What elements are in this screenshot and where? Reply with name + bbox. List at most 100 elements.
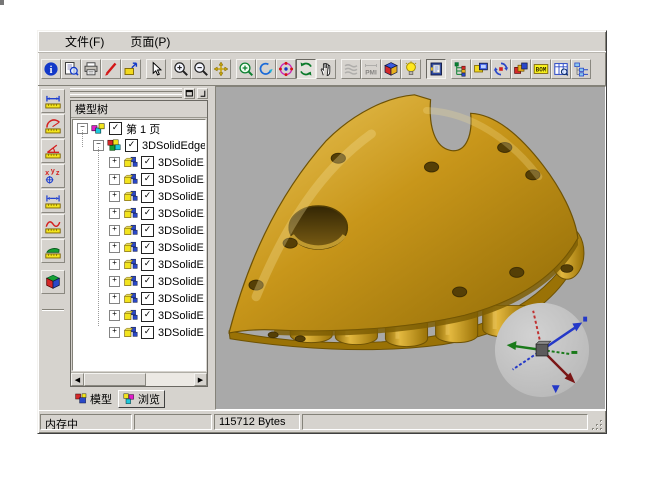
expand-box[interactable]: + xyxy=(109,242,120,253)
node-label[interactable]: 3DSolidE. xyxy=(158,208,206,220)
notebook-button[interactable] xyxy=(426,59,446,79)
node-label[interactable]: 3DSolidE. xyxy=(158,174,206,186)
tree-row: + ✓ 3DSolidE. xyxy=(73,188,205,205)
node-checkbox[interactable]: ✓ xyxy=(141,190,154,203)
bom-button[interactable] xyxy=(531,59,551,79)
parts-button[interactable] xyxy=(511,59,531,79)
pan-hand-button[interactable] xyxy=(316,59,336,79)
part-node-icon xyxy=(123,156,139,169)
tree-hscrollbar: ◀ ▶ xyxy=(71,372,207,386)
zoom-out-button[interactable] xyxy=(191,59,211,79)
node-label[interactable]: 3DSolidE. xyxy=(158,327,206,339)
expand-box[interactable]: + xyxy=(109,293,120,304)
expand-box[interactable]: + xyxy=(109,157,120,168)
expand-box[interactable]: + xyxy=(109,225,120,236)
expand-box[interactable]: + xyxy=(109,276,120,287)
menu-file[interactable]: 文件(F) xyxy=(62,32,107,51)
node-checkbox[interactable]: ✓ xyxy=(141,156,154,169)
export-button[interactable] xyxy=(121,59,141,79)
tab-model[interactable]: 模型 xyxy=(71,390,116,408)
node-label[interactable]: 3DSolidE. xyxy=(158,191,206,203)
node-checkbox[interactable]: ✓ xyxy=(141,207,154,220)
node-checkbox[interactable]: ✓ xyxy=(141,224,154,237)
node-label[interactable]: 3DSolidE. xyxy=(158,259,206,271)
node-label[interactable]: 3DSolidEdge. xyxy=(142,140,206,152)
orientation-ball[interactable] xyxy=(491,299,593,401)
snapshot-button[interactable] xyxy=(471,59,491,79)
zoom-window-button[interactable] xyxy=(236,59,256,79)
pmi-icon xyxy=(363,61,379,77)
node-checkbox[interactable]: ✓ xyxy=(141,326,154,339)
measure-curve-button[interactable] xyxy=(41,214,65,238)
orbit-button[interactable] xyxy=(256,59,276,79)
viewport-3d[interactable] xyxy=(215,86,606,410)
menu-page[interactable]: 页面(P) xyxy=(127,32,173,51)
print-preview-button[interactable] xyxy=(61,59,81,79)
measure-area-button[interactable] xyxy=(41,239,65,263)
node-label[interactable]: 3DSolidE. xyxy=(158,225,206,237)
node-checkbox[interactable]: ✓ xyxy=(141,173,154,186)
panel-float-button[interactable] xyxy=(184,88,195,99)
expand-box[interactable]: + xyxy=(109,174,120,185)
export-icon xyxy=(123,61,139,77)
pan-button[interactable] xyxy=(211,59,231,79)
view-cube-button[interactable] xyxy=(381,59,401,79)
node-label[interactable]: 第 1 页 xyxy=(126,121,160,137)
expand-box[interactable]: + xyxy=(109,310,120,321)
table-view-button[interactable] xyxy=(551,59,571,79)
info-button[interactable] xyxy=(41,59,61,79)
markup-pen-button[interactable] xyxy=(101,59,121,79)
rotate-view-button[interactable] xyxy=(276,59,296,79)
panel-grip-bar[interactable] xyxy=(68,86,210,100)
node-label[interactable]: 3DSolidE. xyxy=(158,310,206,322)
assembly-tree-button[interactable] xyxy=(451,59,471,79)
print-button[interactable] xyxy=(81,59,101,79)
model-tree[interactable]: −✓第 1 页−✓3DSolidEdge.+✓3DSolidE.+✓3DSoli… xyxy=(72,119,206,371)
pan-icon xyxy=(213,61,229,77)
node-checkbox[interactable]: ✓ xyxy=(141,292,154,305)
expand-box[interactable]: + xyxy=(109,208,120,219)
node-checkbox[interactable]: ✓ xyxy=(109,122,122,135)
measure-coordinate-button[interactable] xyxy=(41,164,65,188)
tree-row: + ✓ 3DSolidE. xyxy=(73,205,205,222)
light-button[interactable] xyxy=(401,59,421,79)
measure-curve-icon xyxy=(44,217,62,235)
select-cursor-button[interactable] xyxy=(146,59,166,79)
expand-box[interactable]: + xyxy=(109,327,120,338)
measure-angle-button[interactable] xyxy=(41,139,65,163)
hscroll-right-button[interactable]: ▶ xyxy=(194,373,207,386)
hscroll-track[interactable] xyxy=(146,373,194,386)
hscroll-left-button[interactable]: ◀ xyxy=(71,373,84,386)
toolbar-group xyxy=(41,59,141,79)
node-label[interactable]: 3DSolidE. xyxy=(158,276,206,288)
expand-box[interactable]: + xyxy=(109,191,120,202)
measure-linear-button[interactable] xyxy=(41,89,65,113)
node-label[interactable]: 3DSolidE. xyxy=(158,242,206,254)
node-checkbox[interactable]: ✓ xyxy=(125,139,138,152)
panel-client: 模型树 −✓第 1 页−✓3DSolidEdge.+✓3DSolidE.+✓3D… xyxy=(70,100,208,387)
pmi-button[interactable] xyxy=(361,59,381,79)
resize-grip-icon xyxy=(590,418,604,432)
tab-browse[interactable]: 浏览 xyxy=(118,390,165,408)
node-checkbox[interactable]: ✓ xyxy=(141,241,154,254)
node-label[interactable]: 3DSolidE. xyxy=(158,157,206,169)
update-button[interactable] xyxy=(491,59,511,79)
spin-button[interactable] xyxy=(296,59,316,79)
zoom-in-button[interactable] xyxy=(171,59,191,79)
node-checkbox[interactable]: ✓ xyxy=(141,275,154,288)
rotate-view-icon xyxy=(278,61,294,77)
panel-hide-button[interactable] xyxy=(197,88,208,99)
tree-row: + ✓ 3DSolidE. xyxy=(73,222,205,239)
section-button[interactable] xyxy=(341,59,361,79)
node-checkbox[interactable]: ✓ xyxy=(141,258,154,271)
expand-box[interactable]: + xyxy=(109,259,120,270)
measure-radius-button[interactable] xyxy=(41,114,65,138)
measure-distance-button[interactable] xyxy=(41,189,65,213)
panel-grip-handle[interactable] xyxy=(70,88,182,98)
measure-volume-button[interactable] xyxy=(41,270,65,294)
structure-tree-button[interactable] xyxy=(571,59,591,79)
node-label[interactable]: 3DSolidE. xyxy=(158,293,206,305)
resize-grip[interactable] xyxy=(590,418,604,432)
hscroll-thumb[interactable] xyxy=(84,373,146,386)
node-checkbox[interactable]: ✓ xyxy=(141,309,154,322)
